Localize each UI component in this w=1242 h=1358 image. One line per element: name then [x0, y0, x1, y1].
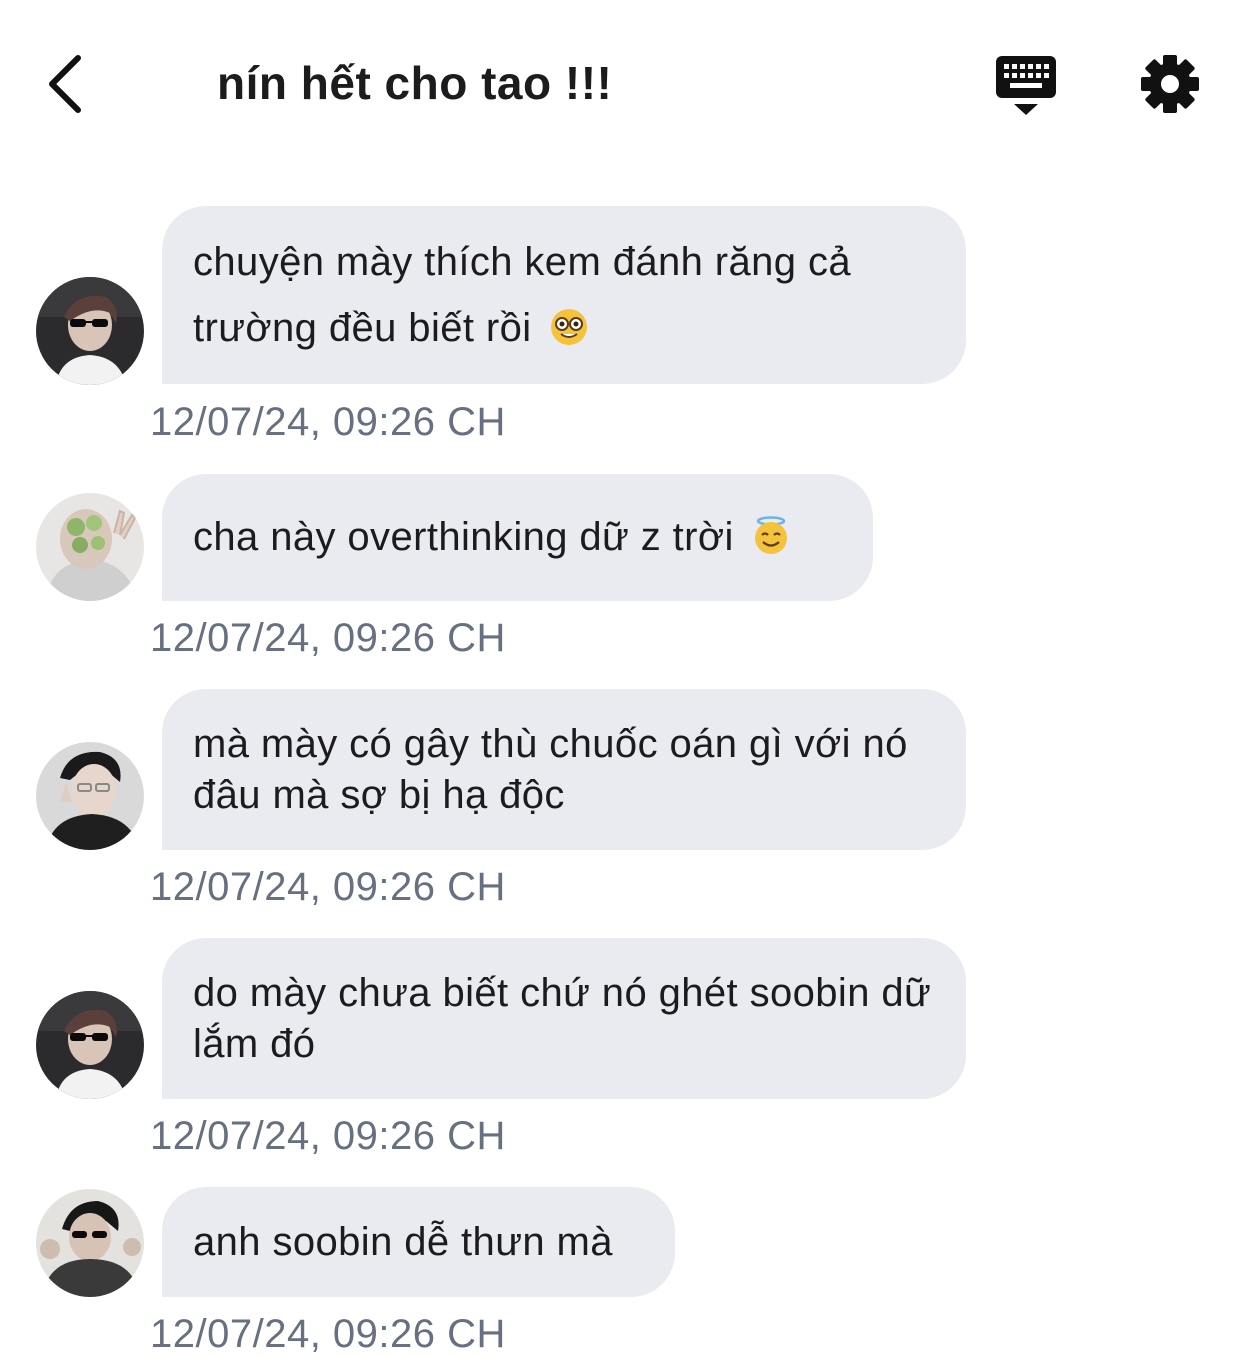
message-bubble[interactable]: anh soobin dễ thưn mà	[162, 1187, 675, 1297]
message-bubble[interactable]: chuyện mày thích kem đánh răng cả trường…	[162, 206, 966, 384]
message-list[interactable]: chuyện mày thích kem đánh răng cả trường…	[0, 0, 1242, 1358]
message-timestamp: 12/07/24, 09:26 CH	[150, 616, 506, 660]
message-bubble[interactable]: cha này overthinking dữ z trời	[162, 474, 873, 601]
avatar-photo	[36, 991, 144, 1099]
sender-avatar[interactable]	[36, 277, 144, 385]
message-text: anh soobin dễ thưn mà	[193, 1219, 613, 1264]
nerd-face-emoji	[551, 309, 588, 345]
sender-avatar[interactable]	[36, 991, 144, 1099]
sender-avatar[interactable]	[36, 1189, 144, 1297]
message-timestamp: 12/07/24, 09:26 CH	[150, 1114, 506, 1158]
message-timestamp: 12/07/24, 09:26 CH	[150, 400, 506, 444]
message-text: do mày chưa biết chứ nó ghét soobin dữ l…	[193, 970, 932, 1066]
message-text: chuyện mày thích kem đánh răng cả trường…	[193, 240, 852, 350]
message-timestamp: 12/07/24, 09:26 CH	[150, 865, 506, 909]
message-bubble[interactable]: mà mày có gây thù chuốc oán gì với nó đâ…	[162, 689, 966, 850]
sender-avatar[interactable]	[36, 742, 144, 850]
message-timestamp: 12/07/24, 09:26 CH	[150, 1312, 506, 1356]
smiling-face-with-halo-emoji	[755, 516, 788, 554]
message-text: cha này overthinking dữ z trời	[193, 515, 734, 559]
message-text: mà mày có gây thù chuốc oán gì với nó đâ…	[193, 721, 908, 817]
message-bubble[interactable]: do mày chưa biết chứ nó ghét soobin dữ l…	[162, 938, 966, 1099]
avatar-photo	[36, 277, 144, 385]
avatar-photo	[36, 742, 144, 850]
avatar-photo	[36, 493, 144, 601]
sender-avatar[interactable]	[36, 493, 144, 601]
avatar-photo	[36, 1189, 144, 1297]
